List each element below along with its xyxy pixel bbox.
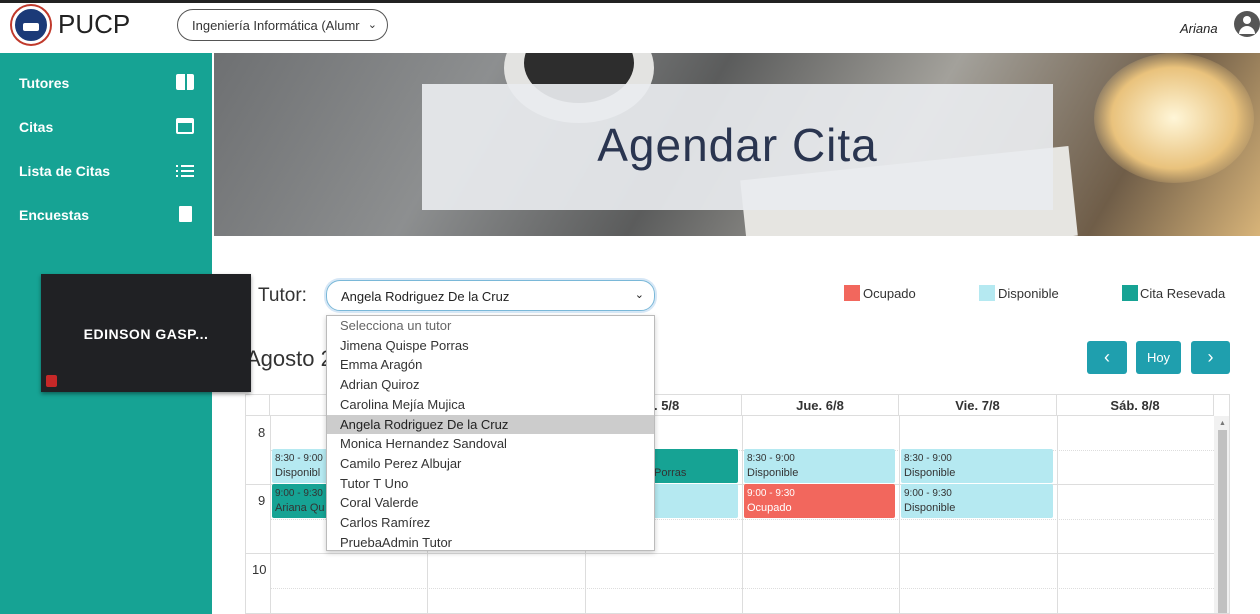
event-label: Disponible [747, 467, 799, 479]
event-slot-disponible[interactable]: 8:30 - 9:00 Disponible [901, 449, 1053, 483]
tutor-option[interactable]: Carolina Mejía Mujica [327, 395, 654, 415]
tutor-option[interactable]: Emma Aragón [327, 355, 654, 375]
user-name[interactable]: Ariana [1180, 21, 1218, 36]
calendar-scrollbar[interactable]: ▲ [1214, 416, 1229, 613]
pucp-logo-icon [12, 6, 50, 44]
legend-label-disponible: Disponible [998, 286, 1059, 301]
event-time: 8:30 - 9:00 [747, 453, 795, 464]
event-time: 9:00 - 9:30 [904, 488, 952, 499]
tutor-option[interactable]: Coral Valerde [327, 493, 654, 513]
sidebar-item-label: Tutores [19, 75, 70, 91]
tutor-option[interactable]: Camilo Perez Albujar [327, 454, 654, 474]
event-slot-disponible[interactable]: 9:00 - 9:30 Disponible [901, 484, 1053, 518]
event-label: Ocupado [747, 502, 792, 514]
sidebar-item-label: Encuestas [19, 207, 90, 223]
video-call-overlay[interactable]: EDINSON GASP... [41, 274, 251, 392]
sidebar-item-label: Citas [19, 119, 54, 135]
event-label: Ariana Qu [275, 502, 325, 514]
banner-title-box: Agendar Cita [422, 84, 1053, 210]
career-select-value: Ingeniería Informática (Alumr [192, 18, 360, 33]
tutor-option-selected[interactable]: Angela Rodriguez De la Cruz [327, 414, 654, 435]
legend-swatch-reservada [1122, 285, 1138, 301]
tutor-option[interactable]: Tutor T Uno [327, 474, 654, 494]
scrollbar-thumb[interactable] [1218, 430, 1227, 613]
tutor-dropdown-list: Selecciona un tutor Jimena Quispe Porras… [326, 315, 655, 551]
candle-glow-decor [1094, 53, 1254, 183]
calendar-corner [246, 395, 270, 416]
event-time: 9:00 - 9:30 [747, 488, 795, 499]
event-label: Disponibl [275, 467, 321, 479]
calendar-month-title: Agosto 2 [246, 346, 333, 371]
legend-swatch-ocupado [844, 285, 860, 301]
sidebar-item-tutores[interactable]: Tutores [0, 61, 212, 105]
scroll-up-icon[interactable]: ▲ [1219, 420, 1226, 427]
event-time: 8:30 - 9:00 [904, 453, 952, 464]
tutor-option[interactable]: Jimena Quispe Porras [327, 336, 654, 356]
sidebar-item-citas[interactable]: Citas [0, 105, 212, 149]
hour-label: 8 [258, 425, 266, 440]
participant-name: EDINSON GASP... [83, 326, 209, 342]
event-label: Disponible [904, 502, 956, 514]
chevron-right-icon: › [1207, 347, 1214, 367]
user-avatar-icon[interactable] [1234, 11, 1260, 37]
hour-label: 9 [258, 493, 266, 508]
tutor-select-value: Angela Rodriguez De la Cruz [341, 289, 510, 304]
list-icon [176, 162, 194, 178]
tutor-option[interactable]: Carlos Ramírez [327, 513, 654, 533]
day-header: Jue. 6/8 [742, 395, 899, 416]
sidebar-item-lista-citas[interactable]: Lista de Citas [0, 149, 212, 193]
event-slot-disponible[interactable] [651, 484, 738, 518]
sidebar-item-label: Lista de Citas [19, 163, 111, 179]
event-slot-disponible[interactable]: 8:30 - 9:00 Disponible [744, 449, 895, 483]
today-button[interactable]: Hoy [1136, 341, 1181, 374]
tutor-option[interactable]: Monica Hernandez Sandoval [327, 434, 654, 454]
legend-swatch-disponible [979, 285, 995, 301]
tutor-option[interactable]: Adrian Quiroz [327, 375, 654, 395]
prev-week-button[interactable]: ‹ [1087, 341, 1127, 374]
tutor-select[interactable]: Angela Rodriguez De la Cruz ⌄ [326, 280, 655, 311]
next-week-button[interactable]: › [1191, 341, 1230, 374]
tutor-option[interactable]: Selecciona un tutor [327, 316, 654, 336]
page-title: Agendar Cita [597, 119, 878, 171]
hour-label: 10 [252, 562, 267, 577]
event-slot-ocupado[interactable]: 9:00 - 9:30 Ocupado [744, 484, 895, 518]
brand-name: PUCP [58, 9, 131, 39]
day-header: Sáb. 8/8 [1057, 395, 1214, 416]
tutor-option[interactable]: PruebaAdmin Tutor [327, 533, 654, 553]
event-label: Porras [654, 467, 687, 479]
legend-label-ocupado: Ocupado [863, 286, 916, 301]
career-select[interactable]: Ingeniería Informática (Alumr ⌄ [177, 9, 388, 41]
day-header: Vie. 7/8 [899, 395, 1057, 416]
legend-label-reservada: Cita Resevada [1140, 286, 1226, 301]
top-header: PUCP Ingeniería Informática (Alumr ⌄ Ari… [0, 3, 1260, 53]
chevron-down-icon: ⌄ [367, 19, 377, 31]
tutor-label: Tutor: [258, 285, 307, 306]
calendar-icon [176, 118, 194, 134]
sidebar-item-encuestas[interactable]: Encuestas [0, 193, 212, 237]
mic-muted-icon [46, 375, 57, 387]
chevron-down-icon: ⌄ [634, 289, 644, 301]
document-icon [179, 206, 192, 222]
event-label: Disponible [904, 467, 956, 479]
chevron-left-icon: ‹ [1104, 347, 1110, 367]
book-icon [176, 74, 194, 90]
event-slot-reservada[interactable]: Porras [651, 449, 738, 483]
